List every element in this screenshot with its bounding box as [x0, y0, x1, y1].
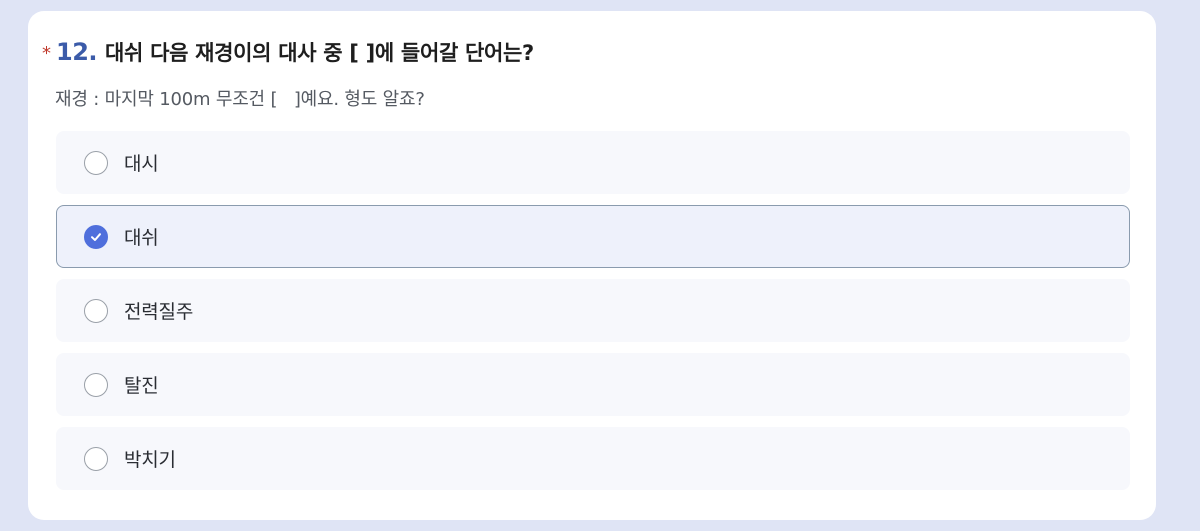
option-item[interactable]: 박치기: [56, 427, 1130, 490]
question-text: 대쉬 다음 재경이의 대사 중 [ ]에 들어갈 단어는?: [105, 41, 534, 65]
required-mark: *: [42, 43, 51, 64]
option-item[interactable]: 탈진: [56, 353, 1130, 416]
option-label: 박치기: [124, 449, 176, 471]
question-subtext: 재경 : 마지막 100m 무조건 [ ]예요. 형도 알죠?: [55, 89, 425, 110]
question-header: * 12. 대쉬 다음 재경이의 대사 중 [ ]에 들어갈 단어는?: [42, 37, 534, 67]
option-item[interactable]: 대시: [56, 131, 1130, 194]
option-item[interactable]: 전력질주: [56, 279, 1130, 342]
option-label: 전력질주: [124, 301, 194, 323]
radio-empty-icon[interactable]: [84, 372, 108, 397]
checkmark-glyph: [91, 232, 101, 241]
options-list: 대시 대쉬 전력질주 탈진 박치기: [56, 131, 1130, 501]
option-label: 대쉬: [124, 227, 159, 249]
option-label: 대시: [124, 153, 159, 175]
question-number: 12.: [56, 38, 98, 66]
radio-empty-icon[interactable]: [84, 446, 108, 471]
option-label: 탈진: [124, 375, 159, 397]
radio-empty-icon[interactable]: [84, 298, 108, 323]
check-icon[interactable]: [84, 224, 108, 249]
question-card: * 12. 대쉬 다음 재경이의 대사 중 [ ]에 들어갈 단어는? 재경 :…: [28, 11, 1156, 520]
option-item-selected[interactable]: 대쉬: [56, 205, 1130, 268]
radio-empty-icon[interactable]: [84, 150, 108, 175]
